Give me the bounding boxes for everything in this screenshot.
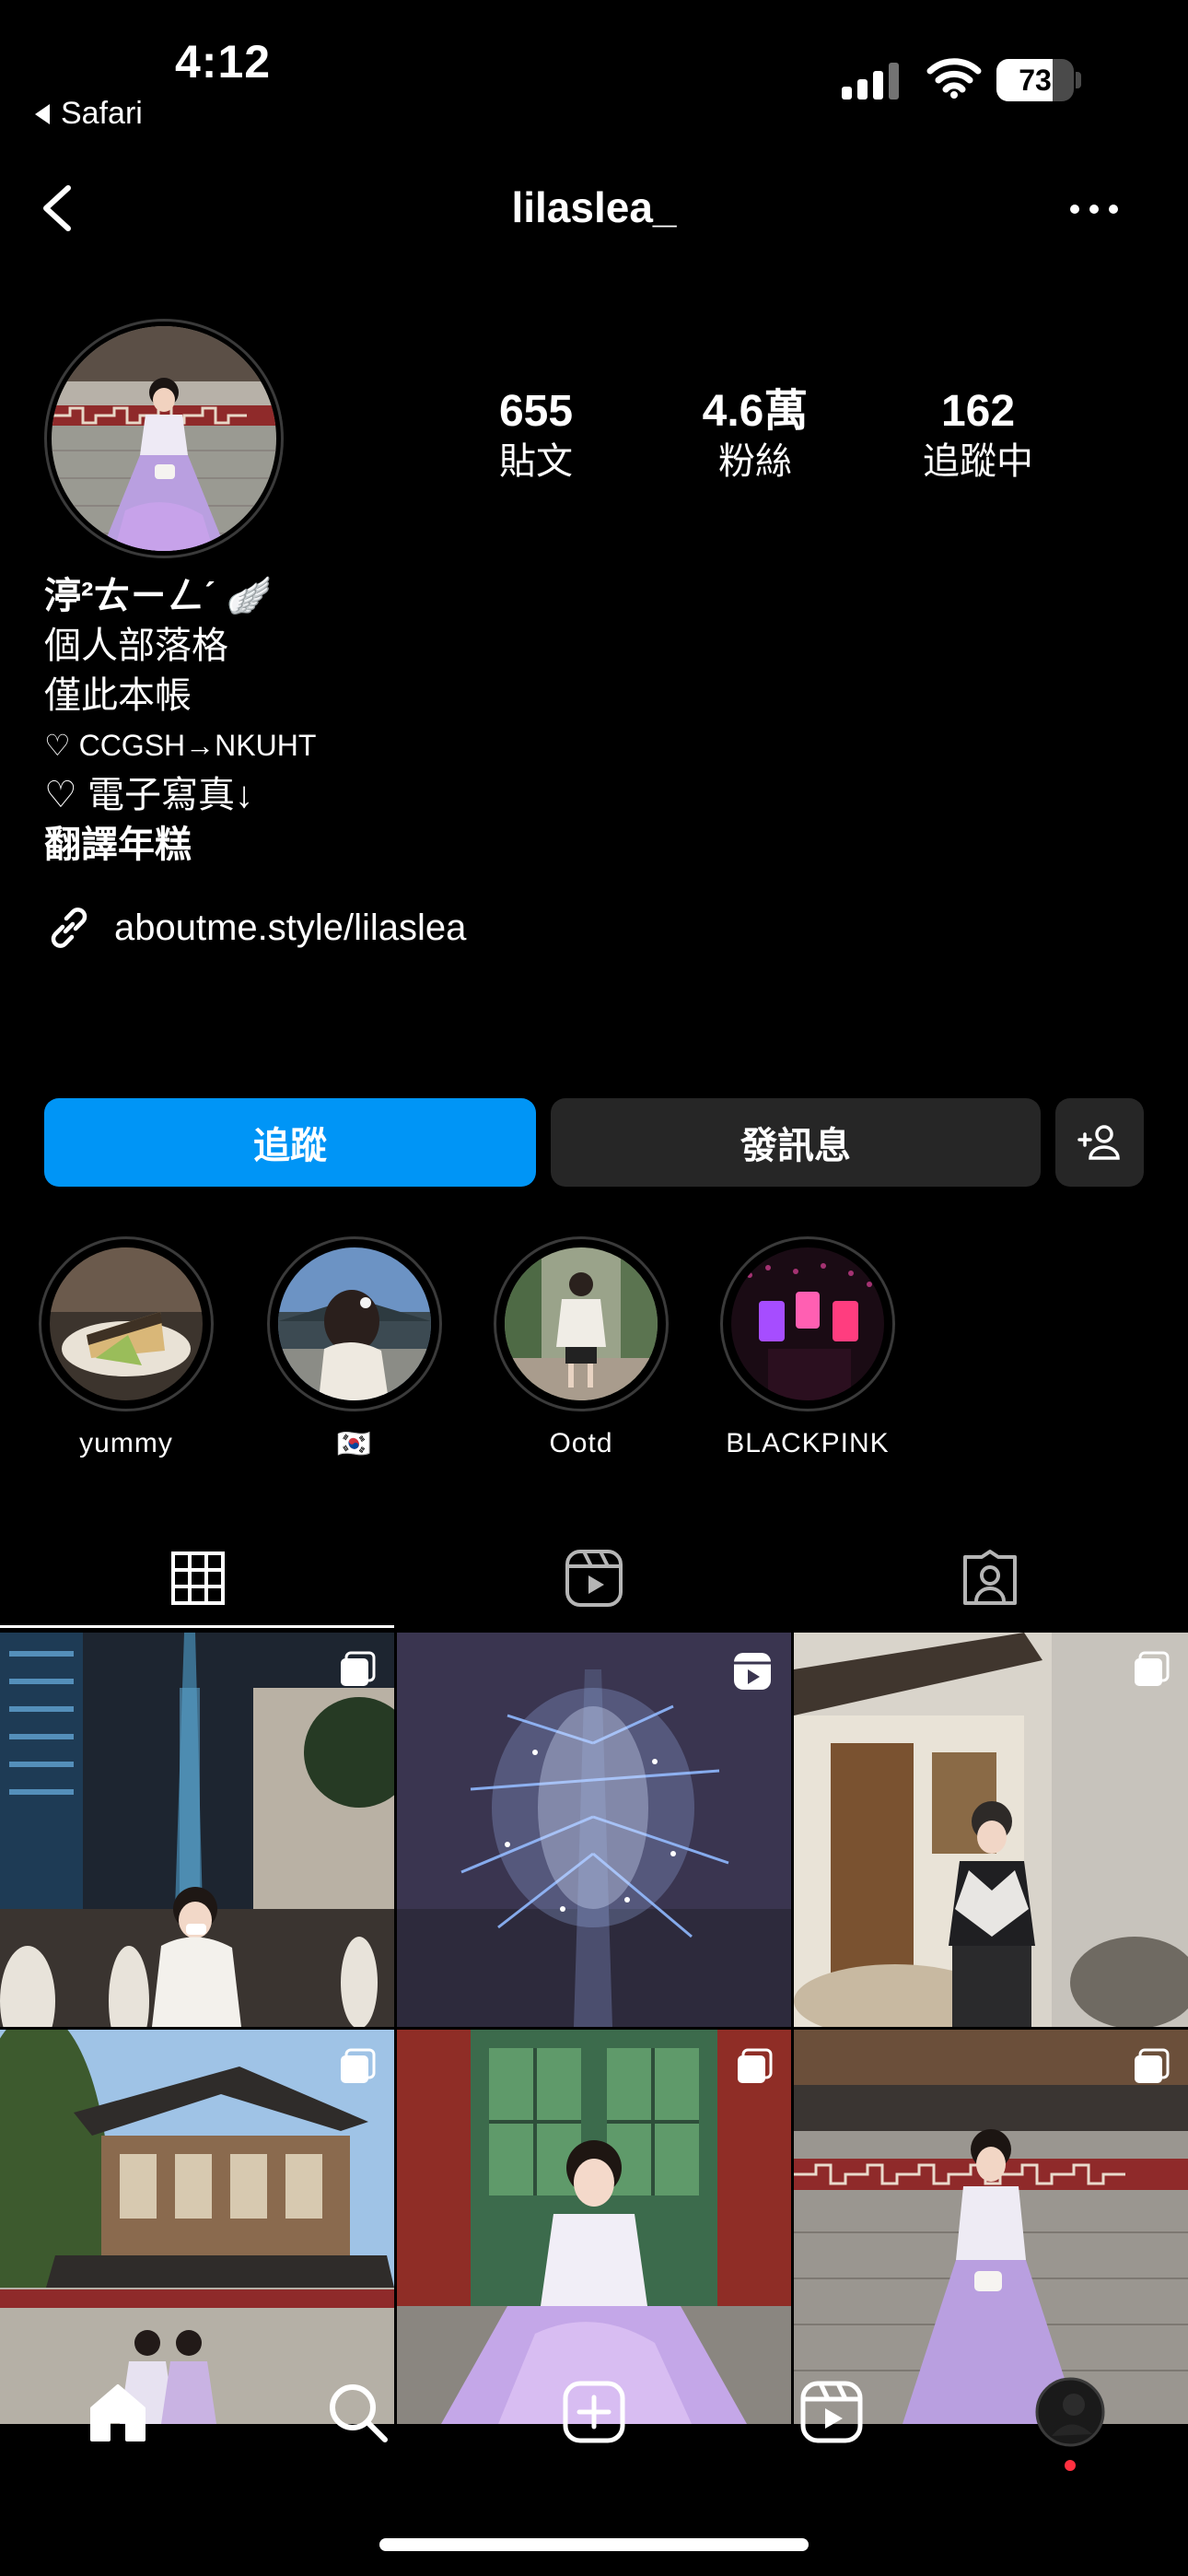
profile-avatar[interactable]: [52, 326, 276, 551]
nav-profile[interactable]: [1024, 2366, 1116, 2458]
highlight-label: yummy: [79, 1428, 173, 1458]
home-indicator: [379, 2538, 809, 2551]
reels-icon: [565, 1550, 623, 1607]
story-highlight[interactable]: yummy: [29, 1236, 223, 1459]
reels-icon: [800, 2381, 863, 2443]
reel-badge-icon: [734, 1653, 771, 1690]
profile-username-title: lilaslea_: [511, 183, 677, 231]
post-thumbnail[interactable]: [0, 1633, 394, 2027]
profile-display-name: 渟²ㄊㄧㄥˊ 🪽: [44, 576, 273, 616]
stat-followers[interactable]: 4.6萬 粉絲: [663, 385, 847, 485]
carousel-badge-icon: [341, 1651, 376, 1686]
following-count: 162: [940, 387, 1016, 436]
post-thumbnail[interactable]: [397, 1633, 791, 2027]
notification-dot: [1065, 2460, 1076, 2471]
posts-count: 655: [498, 387, 574, 436]
post-thumbnail[interactable]: [0, 2030, 394, 2424]
post-thumbnail[interactable]: [794, 1633, 1188, 2027]
more-options-icon[interactable]: [1070, 205, 1118, 214]
message-button[interactable]: 發訊息: [551, 1098, 1041, 1187]
carousel-badge-icon: [1135, 2048, 1170, 2083]
carousel-badge-icon: [738, 2048, 773, 2083]
highlight-label: Ootd: [549, 1428, 613, 1458]
bio-line: 僅此本帳: [44, 675, 192, 716]
carousel-badge-icon: [1135, 1651, 1170, 1686]
following-label: 追蹤中: [923, 441, 1033, 482]
story-highlight[interactable]: Ootd: [484, 1236, 678, 1459]
create-icon: [563, 2381, 625, 2443]
add-person-icon: [1077, 1125, 1120, 1160]
nav-home[interactable]: [72, 2366, 164, 2458]
suggest-users-button[interactable]: [1055, 1098, 1144, 1187]
profile-avatar-icon: [1035, 2377, 1105, 2447]
stat-following[interactable]: 162 追蹤中: [886, 385, 1070, 485]
profile-link-text[interactable]: aboutme.style/lilaslea: [114, 907, 466, 949]
grid-icon: [171, 1551, 225, 1605]
tagged-icon: [963, 1550, 1017, 1605]
follow-button[interactable]: 追蹤: [44, 1098, 536, 1187]
stat-posts[interactable]: 655 貼文: [444, 385, 628, 485]
back-app-label: Safari: [61, 96, 143, 131]
tab-reels[interactable]: [396, 1529, 792, 1627]
tab-tagged[interactable]: [792, 1529, 1188, 1627]
bio-line: 個人部落格: [44, 626, 228, 666]
story-highlight[interactable]: 🇰🇷: [258, 1236, 451, 1460]
posts-label: 貼文: [499, 441, 573, 482]
bio-line: ♡ CCGSH→NKUHT: [44, 729, 317, 762]
tab-posts-grid[interactable]: [0, 1529, 396, 1627]
nav-reels[interactable]: [786, 2366, 878, 2458]
back-triangle-icon: [35, 103, 50, 124]
bio-line: ♡ 電子寫真↓: [44, 775, 253, 815]
highlight-label: 🇰🇷: [336, 1429, 373, 1459]
profile-bio: 渟²ㄊㄧㄥˊ 🪽 個人部落格 僅此本帳 ♡ CCGSH→NKUHT ♡ 電子寫真…: [44, 571, 316, 870]
bio-line[interactable]: 翻譯年糕: [44, 820, 316, 870]
highlight-label: BLACKPINK: [726, 1428, 890, 1458]
followers-label: 粉絲: [718, 441, 792, 482]
back-to-safari[interactable]: Safari: [35, 96, 143, 132]
carousel-badge-icon: [341, 2048, 376, 2083]
post-thumbnail[interactable]: [397, 2030, 791, 2424]
wifi-icon: [926, 58, 982, 99]
battery-indicator: 73: [996, 59, 1081, 101]
story-highlight[interactable]: BLACKPINK: [711, 1236, 904, 1459]
status-time: 4:12: [175, 36, 272, 88]
active-tab-indicator: [0, 1625, 394, 1628]
cellular-signal-icon: [842, 61, 901, 100]
followers-count: 4.6萬: [702, 387, 809, 436]
battery-percent: 73: [1019, 64, 1052, 97]
link-icon: [51, 907, 87, 948]
post-thumbnail[interactable]: [794, 2030, 1188, 2424]
home-icon: [90, 2384, 146, 2441]
nav-create[interactable]: [548, 2366, 640, 2458]
profile-link[interactable]: aboutme.style/lilaslea: [44, 903, 466, 953]
search-icon: [330, 2384, 388, 2442]
nav-search[interactable]: [311, 2366, 403, 2458]
